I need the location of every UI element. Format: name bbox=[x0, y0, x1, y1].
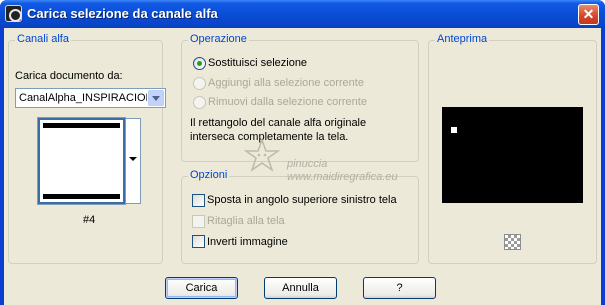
help-button[interactable]: ? bbox=[363, 277, 436, 299]
checkbox-inverti[interactable] bbox=[192, 235, 205, 248]
checkbox-label: Ritaglia alla tela bbox=[207, 215, 285, 227]
watermark-line1: pinuccia bbox=[287, 158, 328, 170]
group-legend: Canali alfa bbox=[15, 33, 71, 45]
checkbox-label: Sposta in angolo superiore sinistro tela bbox=[207, 194, 397, 206]
watermark-line2: www.maidiregrafica.eu bbox=[287, 171, 398, 183]
chevron-down-icon[interactable] bbox=[148, 90, 164, 106]
radio-label: Rimuovi dalla selezione corrente bbox=[208, 96, 367, 108]
channel-dropdown-button[interactable] bbox=[125, 118, 141, 204]
watermark-star-icon bbox=[244, 138, 280, 172]
radio-sostituisci[interactable] bbox=[193, 57, 206, 70]
preview-selection-mark bbox=[451, 127, 457, 133]
channel-thumbnail-image bbox=[43, 123, 120, 199]
group-legend: Operazione bbox=[188, 33, 249, 45]
info-text-line1: Il rettangolo del canale alfa originale bbox=[190, 117, 367, 129]
radio-rimuovi[interactable] bbox=[193, 96, 206, 109]
transparency-checker-icon[interactable] bbox=[504, 234, 521, 250]
window-title: Carica selezione da canale alfa bbox=[27, 6, 218, 21]
document-select-value: CanalAlpha_INSPIRACION bbox=[19, 92, 147, 104]
radio-label: Sostituisci selezione bbox=[208, 57, 308, 69]
group-legend: Opzioni bbox=[188, 169, 230, 181]
radio-label: Aggiungi alla selezione corrente bbox=[208, 77, 364, 89]
close-icon[interactable]: ✕ bbox=[578, 4, 599, 25]
app-icon bbox=[5, 5, 22, 22]
title-bar[interactable]: Carica selezione da canale alfa ✕ bbox=[0, 0, 605, 28]
checkbox-ritaglia[interactable] bbox=[192, 215, 205, 228]
carica-button[interactable]: Carica bbox=[165, 277, 238, 299]
checkbox-label: Inverti immagine bbox=[207, 236, 288, 248]
checkbox-sposta[interactable] bbox=[192, 194, 205, 207]
dialog-window: Carica selezione da canale alfa ✕ Canali… bbox=[0, 0, 605, 305]
dialog-body: Canali alfa Carica documento da: CanalAl… bbox=[4, 28, 601, 305]
load-document-label: Carica documento da: bbox=[15, 70, 123, 82]
annulla-button[interactable]: Annulla bbox=[264, 277, 337, 299]
radio-aggiungi[interactable] bbox=[193, 77, 206, 90]
channel-number: #4 bbox=[83, 214, 96, 226]
channel-thumbnail[interactable] bbox=[37, 117, 126, 205]
preview-canvas bbox=[442, 107, 583, 203]
group-legend: Anteprima bbox=[435, 33, 490, 45]
document-select[interactable]: CanalAlpha_INSPIRACION bbox=[15, 88, 166, 108]
